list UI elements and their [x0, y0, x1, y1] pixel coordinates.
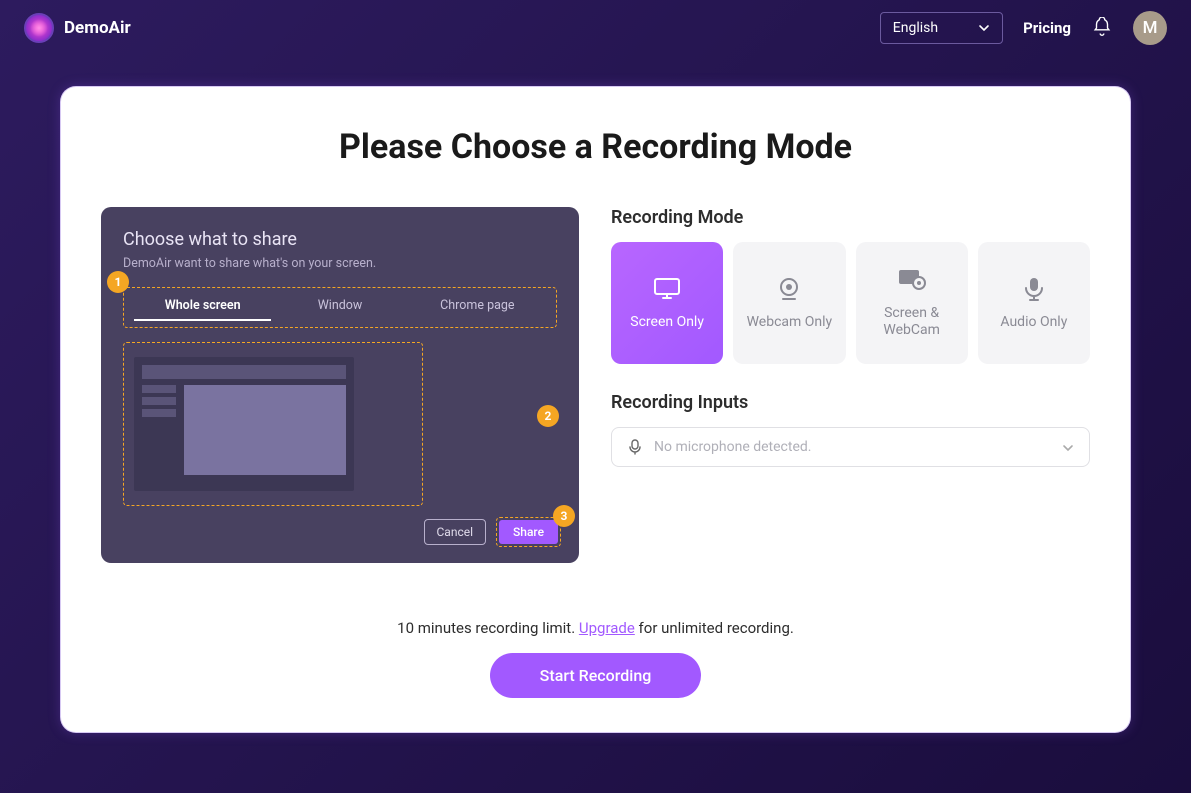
screen-webcam-icon	[897, 267, 927, 293]
limit-pre: 10 minutes recording limit.	[397, 619, 579, 637]
share-title: Choose what to share	[123, 229, 557, 250]
recording-limit-text: 10 minutes recording limit. Upgrade for …	[101, 619, 1090, 637]
mode-label: Audio Only	[1000, 314, 1067, 331]
share-tabs: Whole screen Window Chrome page	[123, 287, 557, 328]
chevron-down-icon	[978, 22, 990, 34]
share-button[interactable]: Share	[499, 520, 558, 544]
recording-mode-label: Recording Mode	[611, 207, 1090, 228]
mode-label: Webcam Only	[747, 314, 833, 331]
brand-name: DemoAir	[64, 18, 131, 38]
step-badge-1: 1	[107, 271, 129, 293]
app-header: DemoAir English Pricing M	[0, 0, 1191, 56]
tab-whole-screen[interactable]: Whole screen	[134, 292, 271, 321]
microphone-placeholder: No microphone detected.	[654, 439, 1051, 455]
cancel-button[interactable]: Cancel	[424, 519, 487, 545]
screen-preview-box[interactable]	[123, 342, 423, 506]
language-select[interactable]: English	[880, 12, 1003, 44]
mode-label: Screen & WebCam	[856, 305, 968, 339]
logo-icon	[24, 13, 54, 43]
microphone-select[interactable]: No microphone detected.	[611, 427, 1090, 467]
mini-window-thumbnail	[134, 357, 354, 491]
upgrade-link[interactable]: Upgrade	[579, 619, 635, 637]
mode-screen-only[interactable]: Screen Only	[611, 242, 723, 364]
step-badge-2: 2	[537, 405, 559, 427]
brand-logo[interactable]: DemoAir	[24, 13, 131, 43]
avatar-initial: M	[1143, 18, 1158, 38]
chevron-down-icon	[1061, 440, 1075, 454]
share-button-highlight: Share	[496, 517, 561, 547]
share-subtitle: DemoAir want to share what's on your scr…	[123, 256, 557, 271]
microphone-icon	[1019, 276, 1049, 302]
mode-label: Screen Only	[630, 314, 704, 331]
webcam-icon	[774, 276, 804, 302]
mode-audio-only[interactable]: Audio Only	[978, 242, 1090, 364]
page-title: Please Choose a Recording Mode	[101, 127, 1090, 167]
pricing-link[interactable]: Pricing	[1023, 19, 1071, 37]
limit-post: for unlimited recording.	[635, 619, 794, 637]
step-badge-3: 3	[553, 505, 575, 527]
start-recording-button[interactable]: Start Recording	[490, 653, 702, 698]
avatar[interactable]: M	[1133, 11, 1167, 45]
mic-icon	[626, 438, 644, 456]
monitor-icon	[652, 276, 682, 302]
mode-webcam-only[interactable]: Webcam Only	[733, 242, 845, 364]
recording-mode-grid: Screen Only Webcam Only Screen & WebCam	[611, 242, 1090, 364]
share-preview-panel: 1 2 3 Choose what to share DemoAir want …	[101, 207, 579, 563]
footer: 10 minutes recording limit. Upgrade for …	[101, 619, 1090, 698]
main-card: Please Choose a Recording Mode 1 2 3 Cho…	[60, 86, 1131, 733]
mode-screen-webcam[interactable]: Screen & WebCam	[856, 242, 968, 364]
notification-icon[interactable]	[1091, 17, 1113, 39]
tab-window[interactable]: Window	[271, 292, 408, 321]
language-value: English	[893, 20, 938, 36]
tab-chrome-page[interactable]: Chrome page	[409, 292, 546, 321]
recording-inputs-label: Recording Inputs	[611, 392, 1090, 413]
